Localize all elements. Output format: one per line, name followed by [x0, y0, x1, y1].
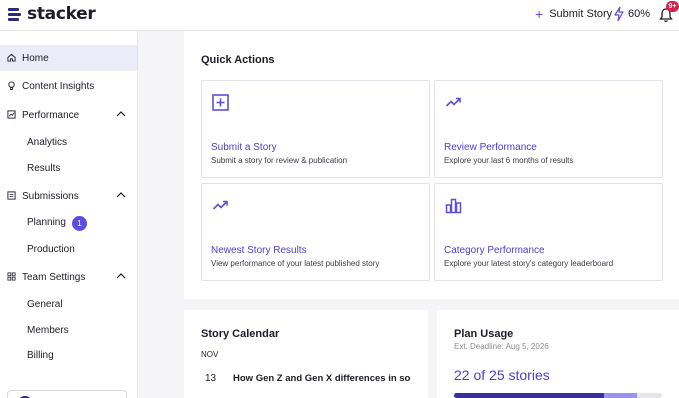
stacker-logo[interactable]: stacker [8, 4, 96, 24]
usage-percent: 60% [628, 8, 651, 20]
sidebar-item-members[interactable]: Members [27, 325, 69, 336]
plan-deadline: Ext. Deadline: Aug 5, 2026 [454, 342, 549, 351]
sidebar-item-production[interactable]: Production [27, 244, 75, 255]
plan-progress-pending [603, 393, 638, 398]
plan-stories-count: 22 of 25 stories [454, 367, 550, 383]
sidebar-item-label: Performance [22, 109, 80, 121]
category-performance-card[interactable]: Category Performance Explore your latest… [434, 183, 663, 281]
notification-badge: 9+ [666, 1, 679, 12]
sidebar-item-performance[interactable]: Performance [0, 102, 137, 128]
sidebar-item-content-insights[interactable]: Content Insights [0, 73, 137, 99]
plan-progress-used [454, 393, 604, 398]
card-title: Newest Story Results [211, 245, 307, 256]
plan-progress-bar [454, 393, 662, 398]
calendar-story-link[interactable]: How Gen Z and Gen X differences in socia… [233, 373, 411, 384]
top-bar: stacker + Submit Story 60% 9+ [0, 0, 679, 31]
document-icon [7, 191, 16, 200]
submit-story-label: Submit Story [549, 8, 613, 20]
sidebar-item-general[interactable]: General [27, 299, 63, 310]
sidebar: Home Content Insights Performance Analyt… [0, 31, 138, 398]
review-performance-card[interactable]: Review Performance Explore your last 6 m… [434, 80, 663, 178]
story-calendar-title: Story Calendar [201, 328, 280, 340]
sidebar-item-billing[interactable]: Billing [27, 350, 54, 361]
trending-up-icon [445, 97, 461, 107]
sidebar-item-label: Content Insights [22, 80, 95, 92]
submit-story-button[interactable]: + Submit Story [535, 7, 612, 21]
trending-up-icon [212, 200, 228, 210]
story-calendar-panel: Story Calendar NOV 13 How Gen Z and Gen … [184, 310, 428, 398]
usage-indicator[interactable]: 60% [614, 7, 650, 21]
card-description: View performance of your latest publishe… [211, 259, 380, 268]
quick-actions-panel: Quick Actions Submit a Story Submit a st… [184, 31, 679, 299]
home-icon [7, 53, 16, 62]
sidebar-item-label: Home [22, 52, 49, 64]
sidebar-item-label: Submissions [22, 190, 79, 202]
lightning-icon [614, 7, 624, 21]
calendar-month: NOV [201, 350, 219, 359]
card-title: Submit a Story [211, 142, 277, 153]
plan-usage-panel: Plan Usage Ext. Deadline: Aug 5, 2026 22… [437, 310, 679, 398]
chevron-up-icon[interactable] [116, 110, 126, 117]
card-description: Explore your last 6 months of results [444, 156, 574, 165]
calendar-day: 13 [205, 373, 217, 384]
chart-box-icon [7, 110, 16, 119]
logo-text: stacker [27, 4, 96, 24]
card-title: Review Performance [444, 142, 537, 153]
bar-chart-icon [445, 198, 462, 214]
submit-story-card[interactable]: Submit a Story Submit a story for review… [201, 80, 430, 178]
sidebar-item-planning[interactable]: Planning [27, 217, 66, 228]
plus-square-icon [212, 94, 229, 111]
plus-icon: + [535, 6, 544, 22]
sidebar-item-results[interactable]: Results [27, 163, 60, 174]
logo-icon [8, 7, 21, 22]
sidebar-item-home[interactable]: Home [0, 45, 137, 71]
quick-actions-title: Quick Actions [201, 54, 275, 66]
plan-usage-title: Plan Usage [454, 328, 514, 340]
card-title: Category Performance [444, 245, 545, 256]
sidebar-item-team-settings[interactable]: Team Settings [0, 264, 137, 290]
sidebar-item-analytics[interactable]: Analytics [27, 137, 67, 148]
grid-icon [7, 272, 16, 281]
card-description: Submit a story for review & publication [211, 156, 348, 165]
planning-count-badge: 1 [72, 216, 87, 231]
newest-story-results-card[interactable]: Newest Story Results View performance of… [201, 183, 430, 281]
chevron-up-icon[interactable] [116, 191, 126, 198]
account-switcher[interactable] [7, 390, 127, 398]
sidebar-item-submissions[interactable]: Submissions [0, 183, 137, 209]
lightbulb-icon [8, 81, 15, 90]
sidebar-item-label: Team Settings [22, 271, 86, 283]
card-description: Explore your latest story's category lea… [444, 259, 614, 268]
chevron-up-icon[interactable] [116, 272, 126, 279]
